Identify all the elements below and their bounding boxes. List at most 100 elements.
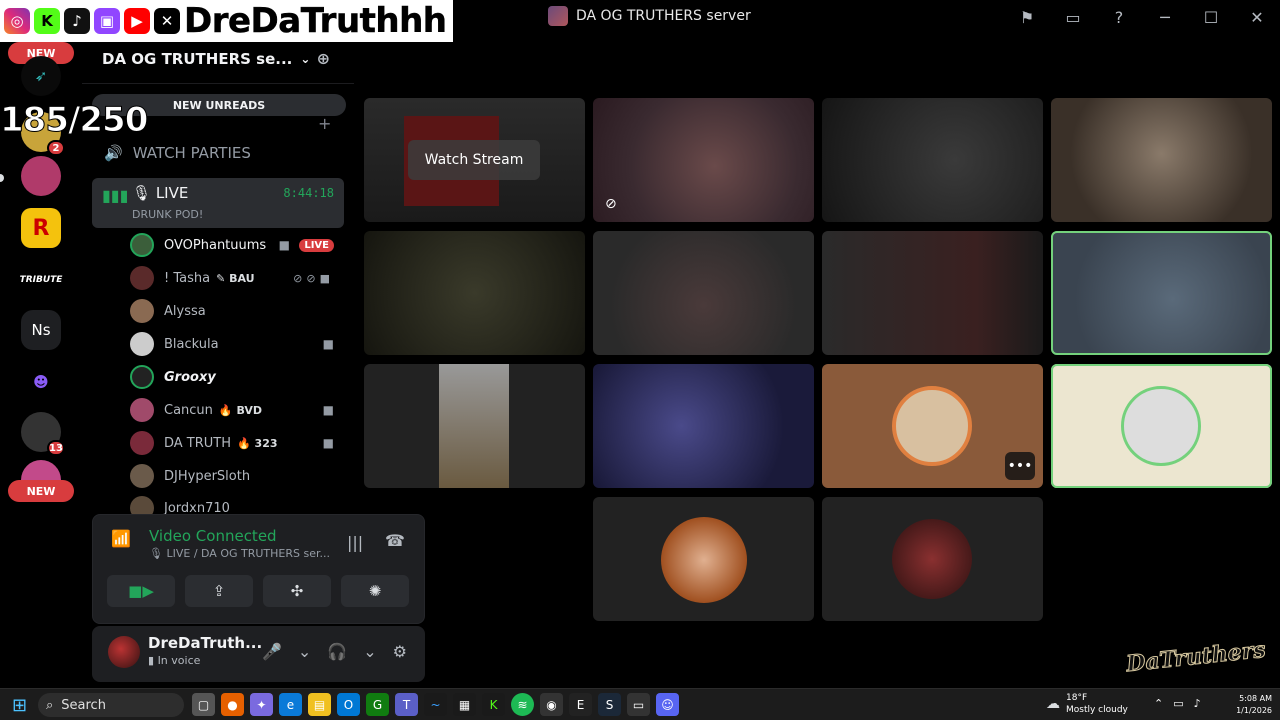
gear-icon[interactable]: ⚙: [393, 642, 407, 661]
video-tile-speaking[interactable]: [1051, 231, 1272, 355]
search-icon: ⌕: [46, 697, 54, 713]
voice-connection-panel: 📶 Video Connected 🎙 LIVE / DA OG TRUTHER…: [92, 514, 425, 624]
avatar: [661, 517, 747, 603]
create-channel-icon[interactable]: +: [318, 114, 331, 133]
voice-member[interactable]: DJHyperSloth: [130, 461, 344, 491]
member-name: Grooxy: [164, 369, 216, 385]
task-view-icon[interactable]: ▢: [192, 693, 215, 716]
camera-toggle-button[interactable]: ■▶: [107, 575, 175, 607]
new-badge-bottom[interactable]: NEW: [8, 480, 74, 502]
ns-server-icon[interactable]: Ns: [21, 310, 61, 350]
voice-member[interactable]: Grooxy: [130, 362, 344, 392]
tribute-server-icon[interactable]: TRIBUTE: [20, 260, 62, 300]
category-label: WATCH PARTIES: [132, 144, 251, 162]
stream-tile[interactable]: Watch Stream: [364, 98, 585, 222]
rockstar-server-icon[interactable]: R: [21, 208, 61, 248]
voice-status[interactable]: Video Connected: [149, 527, 277, 545]
video-tile[interactable]: [822, 98, 1043, 222]
video-tile[interactable]: [364, 231, 585, 355]
avatar: [130, 233, 154, 257]
voice-member[interactable]: Cancun 🔥 BVD ■: [130, 395, 344, 425]
avatar-tile[interactable]: [822, 497, 1043, 621]
voice-member[interactable]: DA TRUTH 🔥 323 ■: [130, 428, 344, 458]
avatar: [1121, 386, 1201, 466]
firefox-icon[interactable]: ●: [221, 693, 244, 716]
more-options-button[interactable]: •••: [1005, 452, 1035, 480]
voice-location[interactable]: 🎙 LIVE / DA OG TRUTHERS ser...: [149, 547, 330, 560]
noise-suppression-icon[interactable]: |||: [347, 533, 363, 552]
epic-icon[interactable]: E: [569, 693, 592, 716]
member-name: Cancun: [164, 402, 213, 418]
kick-app-icon[interactable]: K: [482, 693, 505, 716]
video-tile[interactable]: [1051, 98, 1272, 222]
inbox-icon[interactable]: ▭: [1050, 0, 1096, 34]
server-icon-1[interactable]: ➶: [21, 56, 61, 96]
screen-share-button[interactable]: ⇪: [185, 575, 253, 607]
steam-icon[interactable]: S: [598, 693, 621, 716]
server-icon: [548, 6, 568, 26]
avatar-tile-speaking[interactable]: [1051, 364, 1272, 488]
avatar-tile[interactable]: •••: [822, 364, 1043, 488]
chevron-down-icon[interactable]: ⌄: [298, 642, 311, 661]
instagram-icon: ◎: [4, 8, 30, 34]
discord-icon[interactable]: ☺: [656, 693, 679, 716]
dolphin-icon[interactable]: ~: [424, 693, 447, 716]
voice-member[interactable]: Alyssa: [130, 296, 344, 326]
username[interactable]: DreDaTruth...: [148, 634, 262, 652]
video-tile[interactable]: [593, 231, 814, 355]
video-tile[interactable]: [364, 364, 585, 488]
mention-badge: 13: [47, 440, 65, 456]
disconnect-icon[interactable]: ☎: [385, 531, 405, 550]
video-tile[interactable]: ⊘: [593, 98, 814, 222]
photos-icon[interactable]: ▦: [453, 693, 476, 716]
server-icon-8[interactable]: 13: [21, 412, 65, 456]
category-watch-parties[interactable]: 🔊 WATCH PARTIES: [104, 144, 251, 162]
weather-widget[interactable]: ☁ 18°F Mostly cloudy: [1046, 692, 1128, 716]
xbox-icon[interactable]: G: [366, 693, 389, 716]
voice-member[interactable]: OVOPhantuums ■ LIVE: [130, 230, 344, 260]
taskbar-search[interactable]: ⌕ Search: [38, 693, 184, 717]
soundboard-button[interactable]: ✺: [341, 575, 409, 607]
voice-activity-icon: ▮▮▮: [102, 186, 129, 205]
windows-start-icon[interactable]: ⊞: [12, 695, 27, 716]
system-tray: ⌃ ▭ ♪: [1154, 697, 1201, 710]
chevron-down-icon[interactable]: ⌄: [363, 642, 376, 661]
obs-icon[interactable]: ◉: [540, 693, 563, 716]
teams-icon[interactable]: T: [395, 693, 418, 716]
voice-member[interactable]: Blackula ■: [130, 329, 344, 359]
signal-icon[interactable]: 📶: [111, 529, 135, 553]
outlook-icon[interactable]: O: [337, 693, 360, 716]
spotify-icon[interactable]: ≋: [511, 693, 534, 716]
tiktok-icon: ♪: [64, 8, 90, 34]
close-button[interactable]: ✕: [1234, 0, 1280, 34]
microphone-icon[interactable]: 🎤: [262, 642, 282, 661]
server-icon-3[interactable]: [21, 156, 61, 196]
ghost-server-icon[interactable]: ☻: [21, 362, 61, 402]
voice-channel-live[interactable]: ▮▮▮ 🎙 LIVE DRUNK POD! 8:44:18: [92, 178, 344, 228]
avatar[interactable]: [108, 636, 140, 668]
chevron-up-icon[interactable]: ⌃: [1154, 697, 1163, 710]
app-icon[interactable]: ▭: [627, 693, 650, 716]
file-explorer-icon[interactable]: ▤: [308, 693, 331, 716]
voice-member[interactable]: ! Tasha ✎ BAU ⊘⊘■: [130, 263, 344, 293]
copilot-icon[interactable]: ✦: [250, 693, 273, 716]
network-icon[interactable]: ▭: [1173, 697, 1183, 710]
headphones-icon[interactable]: 🎧: [327, 642, 347, 661]
taskbar-clock[interactable]: 5:08 AM 1/1/2026: [1224, 693, 1272, 717]
minimize-button[interactable]: ─: [1142, 0, 1188, 34]
watch-stream-button[interactable]: Watch Stream: [408, 140, 540, 180]
user-controls: 🎤 ⌄ 🎧 ⌄ ⚙: [262, 642, 407, 661]
edge-icon[interactable]: e: [279, 693, 302, 716]
activities-button[interactable]: ✣: [263, 575, 331, 607]
video-tile[interactable]: [822, 231, 1043, 355]
invite-people-icon[interactable]: ⊕: [317, 49, 330, 68]
video-tile[interactable]: [593, 364, 814, 488]
help-icon[interactable]: ?: [1096, 0, 1142, 34]
search-label: Search: [61, 697, 106, 713]
volume-icon[interactable]: ♪: [1194, 697, 1201, 710]
flag-icon[interactable]: ⚑: [1004, 0, 1050, 34]
member-name: ! Tasha: [164, 270, 211, 286]
maximize-button[interactable]: ☐: [1188, 0, 1234, 34]
twitch-icon: ▣: [94, 8, 120, 34]
avatar-tile[interactable]: [593, 497, 814, 621]
